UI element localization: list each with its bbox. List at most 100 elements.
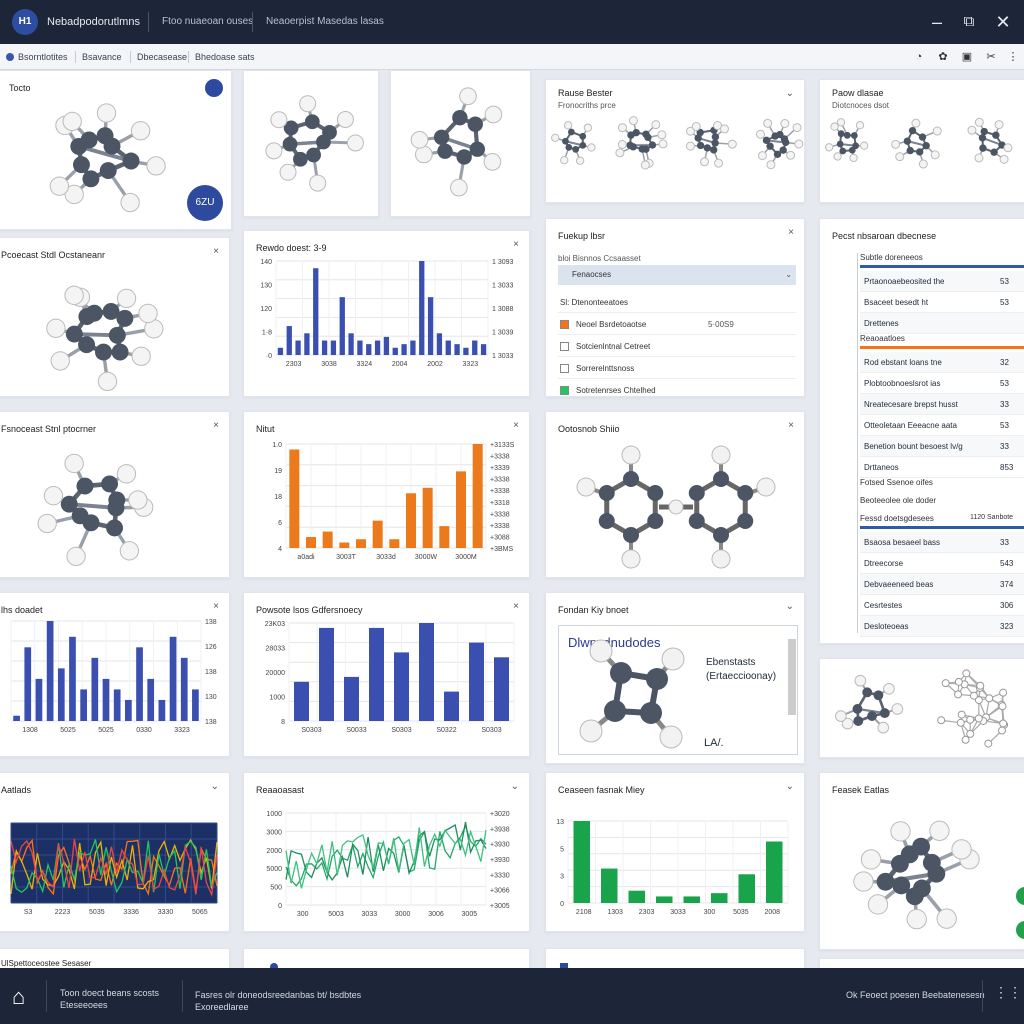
section-header[interactable]: Fotsed Ssenoe oifes <box>860 478 933 487</box>
checkbox[interactable] <box>560 342 569 351</box>
panel-title: Pecst nbsaroan dbecnese <box>832 231 937 241</box>
detail-row[interactable]: Drttaneos85313 <box>860 457 1024 478</box>
section-header[interactable]: Subtle doreneeos <box>860 253 923 262</box>
molecule-gallery-card[interactable]: Paow dlasae Diotcnoces dsot <box>819 79 1024 203</box>
x-tick-label: 5065 <box>192 909 208 916</box>
detail-row[interactable]: Desloteoeas32313 <box>860 616 1024 637</box>
bar <box>419 623 434 721</box>
detail-row[interactable]: Drettenes <box>860 313 1024 334</box>
list-item[interactable]: Neoel Bsrdetoaotse 5·00S9 <box>558 315 796 335</box>
line-chart-card[interactable]: Reaaoasast ⌄ 1000 3000 2000 5000 500 0 +3020 +3… <box>243 772 530 932</box>
section-header[interactable]: Beoteeolee ole doder <box>860 496 936 505</box>
checkbox[interactable] <box>560 364 569 373</box>
list-panel-card[interactable]: Fuekup lbsr bloi Bisnnos Ccsaasset × Fen… <box>545 218 805 397</box>
list-item[interactable]: Sotretenrses Chtelhed <box>558 381 796 396</box>
detail-row-label: Plobtoobnoeslsrot ias <box>864 379 941 388</box>
line-chart-card[interactable]: Aatlads ⌄ S3 2223 5035 3336 3330 5065 <box>0 772 230 932</box>
x-tick-label: 3033 <box>362 911 378 918</box>
molecule-gallery-card[interactable] <box>819 658 1024 758</box>
toolbar-item[interactable]: Bsorntlotites <box>18 52 68 62</box>
bottom-divider <box>46 980 47 1012</box>
hydrogen-atom <box>890 821 911 842</box>
close-icon[interactable]: × <box>788 227 794 238</box>
toolbar-item[interactable]: Bsavance <box>82 52 122 62</box>
bar-chart-card[interactable]: Powsote lsos Gdfersnoecy × 23K03 28033 200… <box>243 592 530 757</box>
restore-button[interactable]: ⧉ <box>957 10 981 34</box>
bar-chart-card[interactable]: Ceaseen fasnak Miey ⌄ 13 5 3 0 2108 1303 2303 3… <box>545 772 805 932</box>
detail-row[interactable]: Benetion bount besoest lv/g3313 <box>860 436 1024 457</box>
bar <box>306 537 316 548</box>
bar <box>322 531 333 548</box>
app-logo: H1 <box>12 9 38 35</box>
detail-row[interactable]: Otteoletaan Eeeacne aata5313 <box>860 415 1024 436</box>
detail-row[interactable]: Bsaosa besaeel bass3313 <box>860 532 1024 553</box>
detail-row[interactable]: Cesrtestes30613 <box>860 595 1024 616</box>
bar <box>601 868 618 903</box>
molecule-card[interactable]: Pcoecast Stdl Ocstaneanr × <box>0 237 230 397</box>
line-chart: S3 2223 5035 3336 3330 5065 <box>10 822 218 916</box>
y-tick-label: 138 <box>205 669 217 676</box>
section-header[interactable]: Fessd doetsgdesees <box>860 514 934 523</box>
bar-chart-card[interactable]: Rewdo doest: 3-9 × 140 130 120 1·8·0 1 3093 1… <box>243 230 530 397</box>
carbon-atom <box>737 485 754 501</box>
close-button[interactable]: ✕ <box>991 10 1015 34</box>
detail-row[interactable]: Prtaonoaebeosited the5313 <box>860 271 1024 292</box>
x-tick-label: 5035 <box>89 909 105 916</box>
settings-icon[interactable]: ✿ <box>936 50 950 64</box>
molecule-card[interactable]: Ootosnob Shiio × <box>545 411 805 578</box>
minimize-button[interactable]: – <box>925 10 949 34</box>
y-tick-label: +3088 <box>490 534 510 541</box>
detail-row[interactable]: Deatous <box>860 637 1024 643</box>
molecule-card[interactable] <box>390 70 531 217</box>
carbon-atom <box>122 152 140 170</box>
y-tick-label: 0 <box>278 903 282 910</box>
more-icon[interactable]: ⋮ <box>1006 50 1020 64</box>
action-fab-button[interactable]: 6ZU <box>187 185 223 221</box>
molecule-gallery-card[interactable]: Rause Bester Fronocriths prce ⌄ <box>545 79 805 203</box>
detail-row[interactable]: Plobtoobnoeslsrot ias5313 <box>860 373 1024 394</box>
compass-icon[interactable]: ◔ <box>912 50 926 64</box>
molecule-card[interactable]: Fsnoceast Stnl ptocrner × <box>0 411 230 578</box>
bar <box>419 261 425 355</box>
y-tick-label: +3930 <box>490 857 510 864</box>
detail-row-label: Otteoletaan Eeeacne aata <box>864 421 957 430</box>
toolbar-item[interactable]: Bhedoase sats <box>195 52 255 62</box>
checkbox[interactable] <box>560 386 569 395</box>
detail-row[interactable]: Debvaeeneed beas37413 <box>860 574 1024 595</box>
section-header[interactable]: Reaoaatloes <box>860 334 905 343</box>
home-icon[interactable]: ⌂ <box>12 984 25 1010</box>
x-tick-label: 2303 <box>286 361 302 368</box>
list-item[interactable]: Sotcienlntnal Cetreet <box>558 337 796 357</box>
molecule-card[interactable]: Tocto 6ZU <box>0 70 232 230</box>
carbon-atom <box>713 471 729 487</box>
toolbar-item[interactable]: Dbecasease <box>137 52 187 62</box>
list-item[interactable]: Sorrerelnttsnoss <box>558 359 796 379</box>
tools-icon[interactable]: ✂ <box>984 50 998 64</box>
molecule-card[interactable]: Feasek Eatlas <box>819 772 1024 950</box>
molecule-card[interactable] <box>243 70 379 217</box>
carbon-atom <box>688 485 705 501</box>
carbon-atom <box>598 485 615 501</box>
detail-panel-card[interactable]: Pecst nbsaroan dbecnese Subtle doreneeos… <box>819 218 1024 644</box>
menu-icon[interactable]: ⋮⋮ <box>994 984 1022 1001</box>
detail-row[interactable]: Bsaceet besedt ht5313 <box>860 292 1024 313</box>
y-tick-label: 138 <box>205 719 217 726</box>
lock-icon[interactable]: ▣ <box>960 50 974 64</box>
list-item[interactable]: Sl: Dtenonteeatoes <box>558 293 796 313</box>
detail-row-label: Drettenes <box>864 319 899 328</box>
hydrogen-atom <box>459 87 477 106</box>
chevron-down-icon[interactable]: ⌄ <box>785 265 792 285</box>
list-item[interactable]: Fenaocses ⌄ <box>558 265 796 285</box>
y-tick-label: +3318 <box>490 500 510 507</box>
bar-chart-card[interactable]: Nitut × 1.0 19 18 6 4 +3133S +3338 +3339 +3338 +3… <box>243 411 530 578</box>
hydrogen-atom <box>853 871 874 892</box>
tree-rail <box>857 253 858 633</box>
checkbox[interactable] <box>560 320 569 329</box>
bar-chart-card[interactable]: lhs doadet × 138 126 138 130 138 1308 5025 5025… <box>0 592 230 757</box>
molecule-card[interactable]: Fondan Kiy bnoet ⌄ Dlwpvdnudodes Ebensta… <box>545 592 805 764</box>
detail-row[interactable]: Nreatecesare brepst husst3313 <box>860 394 1024 415</box>
detail-row[interactable]: Dtreecorse54313 <box>860 553 1024 574</box>
bar <box>46 621 54 721</box>
detail-row[interactable]: Rod ebstant loans tne3213 <box>860 352 1024 373</box>
detail-row-label: Benetion bount besoest lv/g <box>864 442 963 451</box>
